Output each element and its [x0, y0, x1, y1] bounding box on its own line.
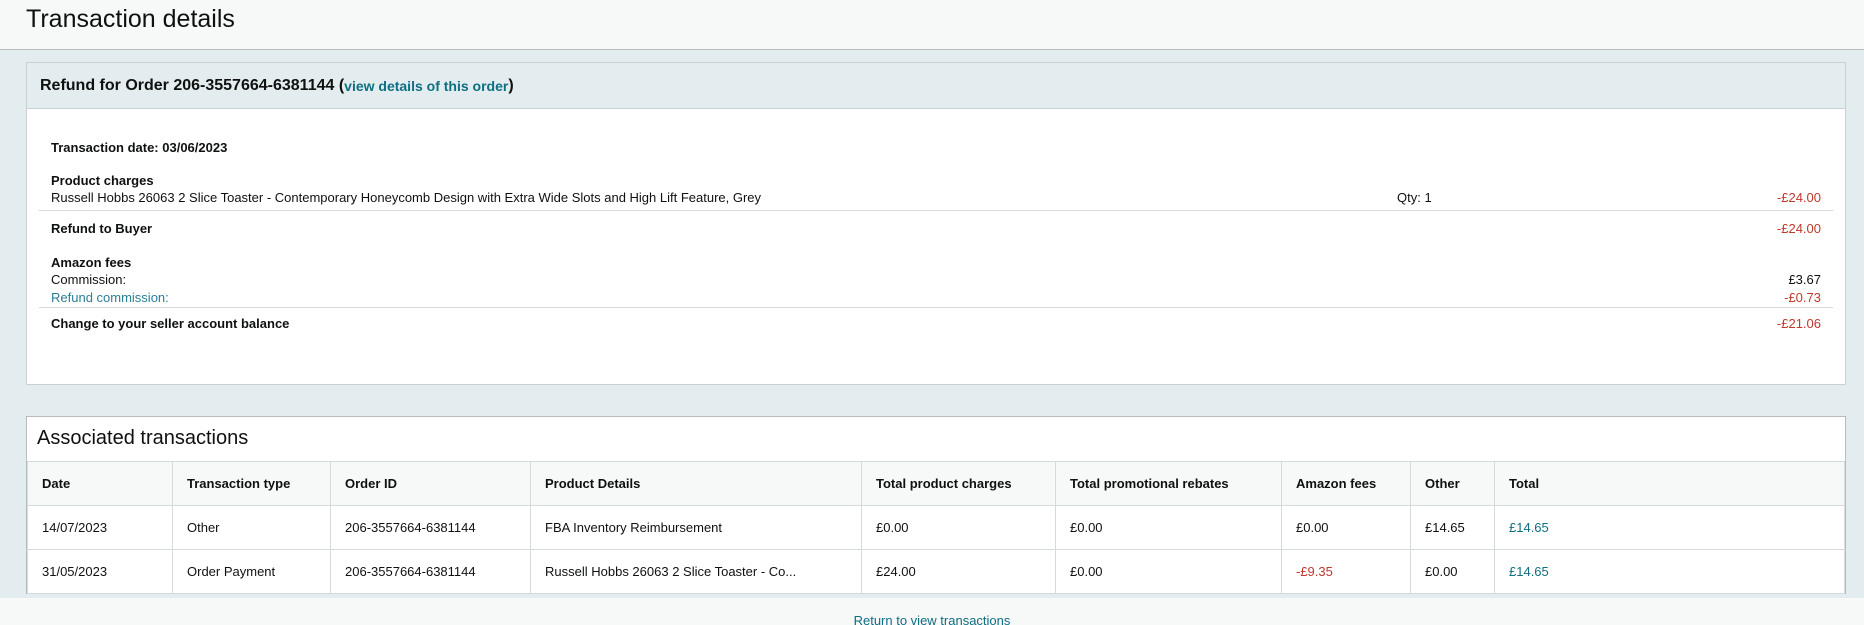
associated-transactions-title: Associated transactions	[37, 427, 249, 449]
cell-total-promotional-rebates: £0.00	[1055, 505, 1282, 550]
view-order-details-link[interactable]: view details of this order	[344, 78, 508, 94]
balance-change-block: Change to your seller account balance -£…	[39, 314, 1833, 334]
amazon-fees-block: Amazon fees Commission: £3.67 Refund com…	[39, 255, 1833, 308]
commission-label: Commission:	[51, 271, 127, 287]
refund-to-buyer-amount: -£24.00	[1776, 220, 1821, 236]
cell-other: £0.00	[1410, 549, 1495, 594]
cell-date: 31/05/2023	[27, 549, 173, 594]
cell-amazon-fees: £0.00	[1281, 505, 1411, 550]
refund-heading: Refund for Order 206-3557664-6381144 ( v…	[27, 63, 1845, 109]
cell-total-product-charges: £24.00	[861, 549, 1056, 594]
table-row: 14/07/2023 Other 206-3557664-6381144 FBA…	[27, 505, 1845, 550]
page-title: Transaction details	[26, 5, 235, 33]
col-header-date[interactable]: Date	[27, 461, 173, 506]
refund-panel: Refund for Order 206-3557664-6381144 ( v…	[26, 62, 1846, 385]
associated-transactions-panel: Associated transactions Date Transaction…	[26, 416, 1846, 594]
col-header-other[interactable]: Other	[1410, 461, 1495, 506]
cell-total-link[interactable]: £14.65	[1494, 505, 1845, 550]
commission-amount: £3.67	[1788, 271, 1821, 287]
col-header-amazon-fees[interactable]: Amazon fees	[1281, 461, 1411, 506]
product-charges-block: Product charges Russell Hobbs 26063 2 Sl…	[39, 173, 1833, 211]
refund-heading-text: Refund for Order 206-3557664-6381144 (	[40, 76, 345, 94]
transaction-date: Transaction date: 03/06/2023	[51, 140, 228, 155]
cell-transaction-type: Order Payment	[172, 549, 331, 594]
cell-order-id: 206-3557664-6381144	[330, 549, 531, 594]
associated-transactions-table: Date Transaction type Order ID Product D…	[27, 461, 1845, 594]
refund-to-buyer-label: Refund to Buyer	[51, 220, 153, 236]
cell-other: £14.65	[1410, 505, 1495, 550]
cell-total-product-charges: £0.00	[861, 505, 1056, 550]
cell-total-promotional-rebates: £0.00	[1055, 549, 1282, 594]
balance-change-row: Change to your seller account balance -£…	[39, 314, 1833, 332]
page-header: Transaction details	[0, 0, 1864, 50]
product-charges-label: Product charges	[51, 173, 154, 188]
col-header-product-details[interactable]: Product Details	[530, 461, 862, 506]
product-charge-row: Russell Hobbs 26063 2 Slice Toaster - Co…	[39, 188, 1833, 206]
balance-change-amount: -£21.06	[1776, 315, 1821, 331]
cell-product-details: FBA Inventory Reimbursement	[530, 505, 862, 550]
product-qty: Qty: 1	[1397, 189, 1432, 205]
col-header-order-id[interactable]: Order ID	[330, 461, 531, 506]
refund-to-buyer-block: Refund to Buyer -£24.00	[39, 219, 1833, 239]
commission-row: Commission: £3.67	[39, 270, 1833, 288]
cell-date: 14/07/2023	[27, 505, 173, 550]
balance-change-label: Change to your seller account balance	[51, 315, 290, 331]
refund-commission-amount: -£0.73	[1784, 289, 1821, 305]
cell-total-link[interactable]: £14.65	[1494, 549, 1845, 594]
amazon-fees-label: Amazon fees	[51, 255, 132, 270]
col-header-total-product-charges[interactable]: Total product charges	[861, 461, 1056, 506]
col-header-transaction-type[interactable]: Transaction type	[172, 461, 331, 506]
col-header-total[interactable]: Total	[1494, 461, 1845, 506]
return-to-transactions-link[interactable]: Return to view transactions	[0, 613, 1864, 625]
product-item-name: Russell Hobbs 26063 2 Slice Toaster - Co…	[51, 189, 762, 205]
col-header-total-promotional-rebates[interactable]: Total promotional rebates	[1055, 461, 1282, 506]
cell-product-details: Russell Hobbs 26063 2 Slice Toaster - Co…	[530, 549, 862, 594]
refund-heading-suffix: )	[508, 76, 514, 94]
table-header-row: Date Transaction type Order ID Product D…	[27, 461, 1845, 506]
cell-amazon-fees: -£9.35	[1281, 549, 1411, 594]
cell-transaction-type: Other	[172, 505, 331, 550]
cell-order-id: 206-3557664-6381144	[330, 505, 531, 550]
table-row: 31/05/2023 Order Payment 206-3557664-638…	[27, 549, 1845, 594]
refund-to-buyer-row: Refund to Buyer -£24.00	[39, 219, 1833, 237]
refund-commission-label[interactable]: Refund commission:	[51, 290, 169, 305]
refund-commission-row: Refund commission: -£0.73	[39, 288, 1833, 306]
product-charge-amount: -£24.00	[1776, 189, 1821, 205]
